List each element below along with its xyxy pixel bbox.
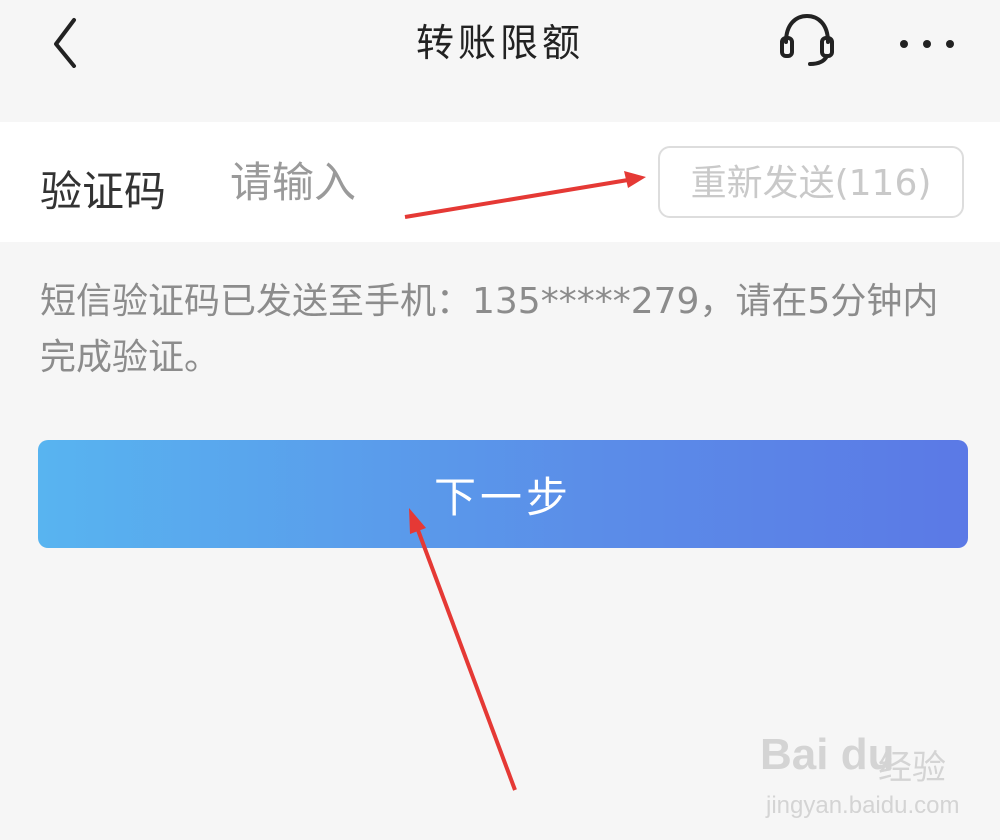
watermark-brand: 经验: [878, 748, 946, 788]
page-title: 转账限额: [415, 21, 584, 65]
sms-sent-message: 短信验证码已发送至手机：135*****279，请在5分钟内完成验证。: [40, 281, 939, 378]
annotation-arrow-to-next: [416, 529, 517, 791]
resend-code-button[interactable]: 重新发送(116): [658, 146, 964, 218]
watermark-logo: Bai du: [760, 730, 895, 779]
headset-icon: [780, 13, 834, 66]
customer-service-button[interactable]: [772, 6, 842, 70]
verification-code-row: 验证码 重新发送(116): [0, 122, 1000, 242]
baidu-jingyan-watermark: Bai du 经验 jingyan.baidu.com: [760, 730, 960, 830]
next-step-label: 下一步: [433, 472, 572, 522]
header-bar: 转账限额: [0, 0, 1000, 80]
watermark-url: jingyan.baidu.com: [766, 792, 960, 819]
more-button[interactable]: [890, 8, 964, 64]
verification-code-input[interactable]: [230, 152, 630, 212]
verification-code-label: 验证码: [40, 167, 167, 216]
more-dots-icon: [900, 40, 954, 48]
next-step-button[interactable]: 下一步: [38, 440, 968, 548]
